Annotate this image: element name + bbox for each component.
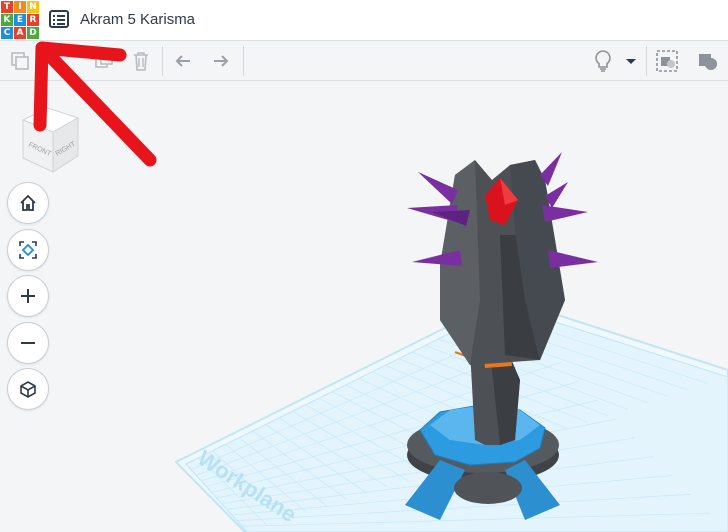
zoom-in-button[interactable]	[7, 275, 49, 317]
view-cube[interactable]: FRONT RIGHT	[18, 100, 88, 175]
delete-icon[interactable]	[127, 47, 155, 75]
light-bulb-icon[interactable]	[589, 47, 617, 75]
logo-letter: I	[14, 1, 26, 13]
notes-icon[interactable]	[653, 47, 681, 75]
fit-view-button[interactable]	[7, 229, 49, 271]
scene: Workplane	[174, 152, 728, 532]
logo-letter: C	[1, 27, 13, 39]
logo-letter: T	[1, 1, 13, 13]
zoom-out-button[interactable]	[7, 322, 49, 364]
zoom-in-icon	[21, 289, 35, 303]
logo-letter: N	[27, 1, 39, 13]
logo-letter: A	[14, 27, 26, 39]
redo-icon[interactable]	[207, 47, 235, 75]
logo-letter: K	[1, 14, 13, 26]
3d-viewport[interactable]: Workplane FRONT RIGHT	[0, 81, 728, 532]
logo-letter: D	[27, 27, 39, 39]
copy-icon[interactable]	[6, 47, 34, 75]
zoom-out-icon	[21, 342, 35, 344]
ortho-view-button[interactable]	[7, 368, 49, 410]
project-list-icon[interactable]	[49, 10, 69, 28]
shape-icon[interactable]	[694, 47, 722, 75]
ortho-view-icon	[20, 381, 36, 398]
duplicate-icon[interactable]	[90, 47, 118, 75]
logo-letter: E	[14, 14, 26, 26]
tinkercad-logo[interactable]: TIN KER CAD	[1, 1, 39, 39]
project-title[interactable]: Akram 5 Karisma	[80, 11, 195, 28]
fit-view-icon	[19, 241, 37, 259]
logo-letter: R	[27, 14, 39, 26]
edit-toolbar	[0, 41, 728, 81]
top-bar: TIN KER CAD Akram 5 Karisma	[0, 0, 728, 41]
dropdown-caret-icon[interactable]	[620, 47, 642, 75]
home-view-button[interactable]	[7, 182, 49, 224]
home-icon	[20, 194, 36, 211]
undo-icon[interactable]	[169, 47, 197, 75]
